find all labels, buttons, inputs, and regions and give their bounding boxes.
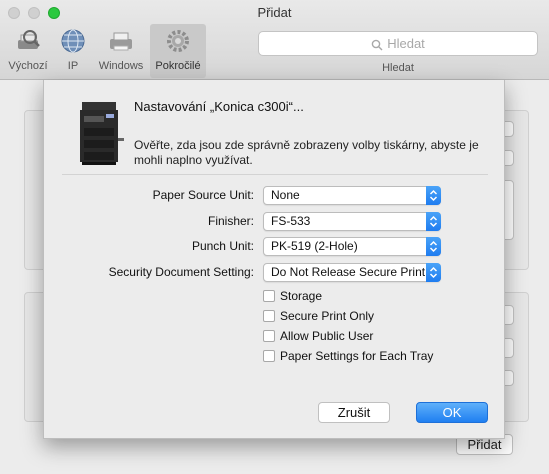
popup-arrows-icon — [426, 212, 441, 231]
toolbar-item-default[interactable]: Výchozí — [4, 24, 52, 78]
checkbox-label: Allow Public User — [280, 329, 374, 343]
punch-unit-select[interactable]: PK-519 (2-Hole) — [263, 237, 441, 256]
toolbar-item-windows[interactable]: Windows — [94, 24, 148, 78]
ok-button[interactable]: OK — [416, 402, 488, 423]
paper-source-select[interactable]: None — [263, 186, 441, 205]
globe-icon — [61, 29, 85, 53]
security-document-value: Do Not Release Secure Print — [271, 265, 426, 279]
search-label: Hledat — [382, 62, 414, 74]
popup-arrows-icon — [426, 186, 441, 205]
default-printer-icon — [18, 30, 40, 49]
gear-icon — [167, 30, 189, 52]
security-document-label: Security Document Setting: — [108, 265, 254, 279]
checkbox-box[interactable] — [263, 330, 275, 342]
sheet-description: Ověřte, zda jsou zde správně zobrazeny v… — [134, 138, 479, 167]
popup-arrows-icon — [426, 237, 441, 256]
toolbar-item-label: Výchozí — [8, 60, 48, 72]
sheet-title: Nastavování „Konica c300i“... — [134, 99, 304, 114]
checkbox-box[interactable] — [263, 290, 275, 302]
toolbar-item-ip[interactable]: IP — [56, 24, 90, 78]
popup-arrows-icon — [426, 263, 441, 282]
printer-options-sheet: Nastavování „Konica c300i“... Ověřte, zd… — [43, 80, 505, 439]
checkbox-label: Storage — [280, 289, 323, 303]
security-document-select[interactable]: Do Not Release Secure Print — [263, 263, 441, 282]
printer-add-window: Přidat Výchozí IP Windows Pokročilé Hled… — [0, 0, 549, 474]
cancel-button[interactable]: Zrušit — [318, 402, 390, 423]
paper-source-value: None — [271, 188, 300, 202]
finisher-label: Finisher: — [207, 214, 254, 228]
window-title: Přidat — [257, 5, 292, 20]
checkbox-box[interactable] — [263, 350, 275, 362]
finisher-value: FS-533 — [271, 214, 311, 228]
search-icon — [371, 39, 383, 51]
checkbox-label: Paper Settings for Each Tray — [280, 349, 434, 363]
search-placeholder: Hledat — [387, 36, 425, 51]
separator — [62, 174, 488, 175]
windows-printer-icon — [110, 32, 132, 51]
toolbar-item-label: IP — [67, 60, 79, 72]
paper-source-label: Paper Source Unit: — [152, 188, 254, 202]
toolbar-item-advanced[interactable]: Pokročilé — [150, 24, 206, 78]
search-input[interactable]: Hledat — [258, 31, 538, 56]
titlebar: Přidat Výchozí IP Windows Pokročilé Hled… — [0, 0, 549, 80]
toolbar-item-label: Windows — [98, 60, 144, 72]
punch-unit-label: Punch Unit: — [191, 239, 254, 253]
toolbar-item-label: Pokročilé — [155, 60, 201, 72]
finisher-select[interactable]: FS-533 — [263, 212, 441, 231]
printer-icon — [80, 102, 124, 165]
punch-unit-value: PK-519 (2-Hole) — [271, 239, 358, 253]
checkbox-label: Secure Print Only — [280, 309, 375, 323]
checkbox-box[interactable] — [263, 310, 275, 322]
